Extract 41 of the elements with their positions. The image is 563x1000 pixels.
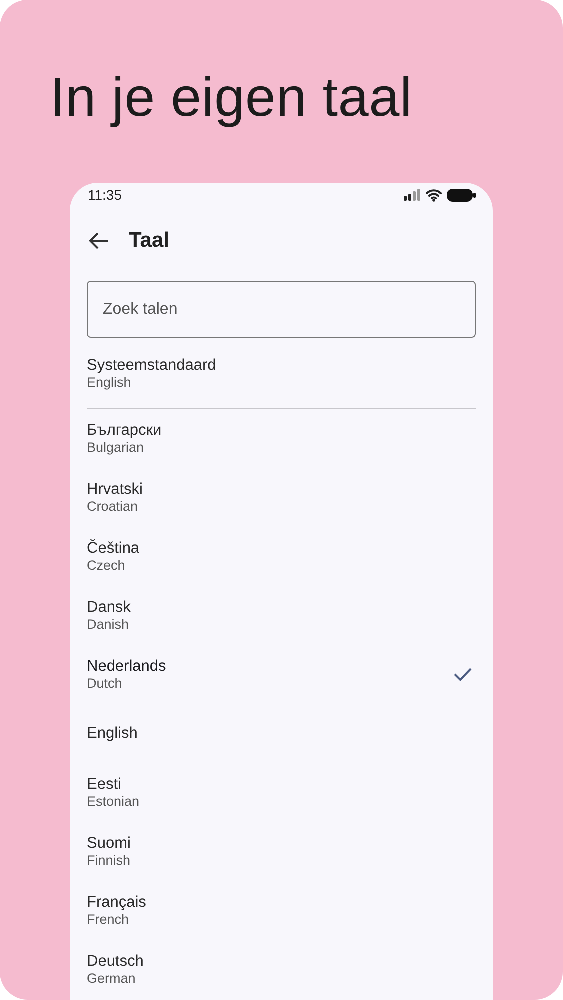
back-button[interactable]	[87, 230, 111, 252]
language-item[interactable]: Systeemstandaard English	[87, 338, 476, 408]
language-name: Dansk	[87, 598, 131, 617]
language-subtitle: Croatian	[87, 499, 140, 515]
language-name: English	[87, 724, 138, 743]
language-item[interactable]: Deutsch German	[87, 940, 476, 999]
language-name: Suomi	[87, 834, 131, 853]
language-subtitle: Danish	[87, 617, 130, 633]
language-subtitle: Finnish	[87, 853, 131, 869]
language-subtitle: Czech	[87, 558, 126, 574]
language-item[interactable]: Hrvatski Croatian	[87, 468, 476, 527]
language-name: Français	[87, 893, 146, 912]
battery-icon	[447, 188, 476, 202]
language-name: Nederlands	[87, 657, 166, 676]
language-item[interactable]: Български Bulgarian	[87, 409, 476, 468]
check-icon	[454, 668, 472, 681]
search-field[interactable]: Zoek talen	[87, 281, 476, 338]
status-time: 11:35	[88, 187, 122, 203]
language-name: Eesti	[87, 775, 122, 794]
language-subtitle: Dutch	[87, 676, 124, 692]
language-name: Deutsch	[87, 952, 144, 971]
language-name: Čeština	[87, 539, 140, 558]
language-subtitle: German	[87, 971, 137, 987]
language-item[interactable]: Français French	[87, 881, 476, 940]
signal-icon	[404, 189, 421, 201]
language-item[interactable]: Čeština Czech	[87, 527, 476, 586]
language-subtitle: English	[87, 374, 132, 390]
language-name: Hrvatski	[87, 480, 143, 499]
language-name: Systeemstandaard	[87, 356, 216, 374]
language-item[interactable]: Nederlands Dutch	[87, 645, 476, 704]
language-item[interactable]: Dansk Danish	[87, 586, 476, 645]
headline: In je eigen taal	[50, 65, 413, 130]
language-item[interactable]: Suomi Finnish	[87, 822, 476, 881]
language-item[interactable]: Eesti Estonian	[87, 763, 476, 822]
language-subtitle: Estonian	[87, 794, 140, 810]
screen-title: Taal	[129, 229, 170, 253]
language-subtitle: Bulgarian	[87, 440, 146, 456]
language-item[interactable]: English	[87, 704, 476, 763]
language-name: Български	[87, 421, 162, 440]
wifi-icon	[426, 188, 442, 202]
language-subtitle: French	[87, 912, 130, 928]
